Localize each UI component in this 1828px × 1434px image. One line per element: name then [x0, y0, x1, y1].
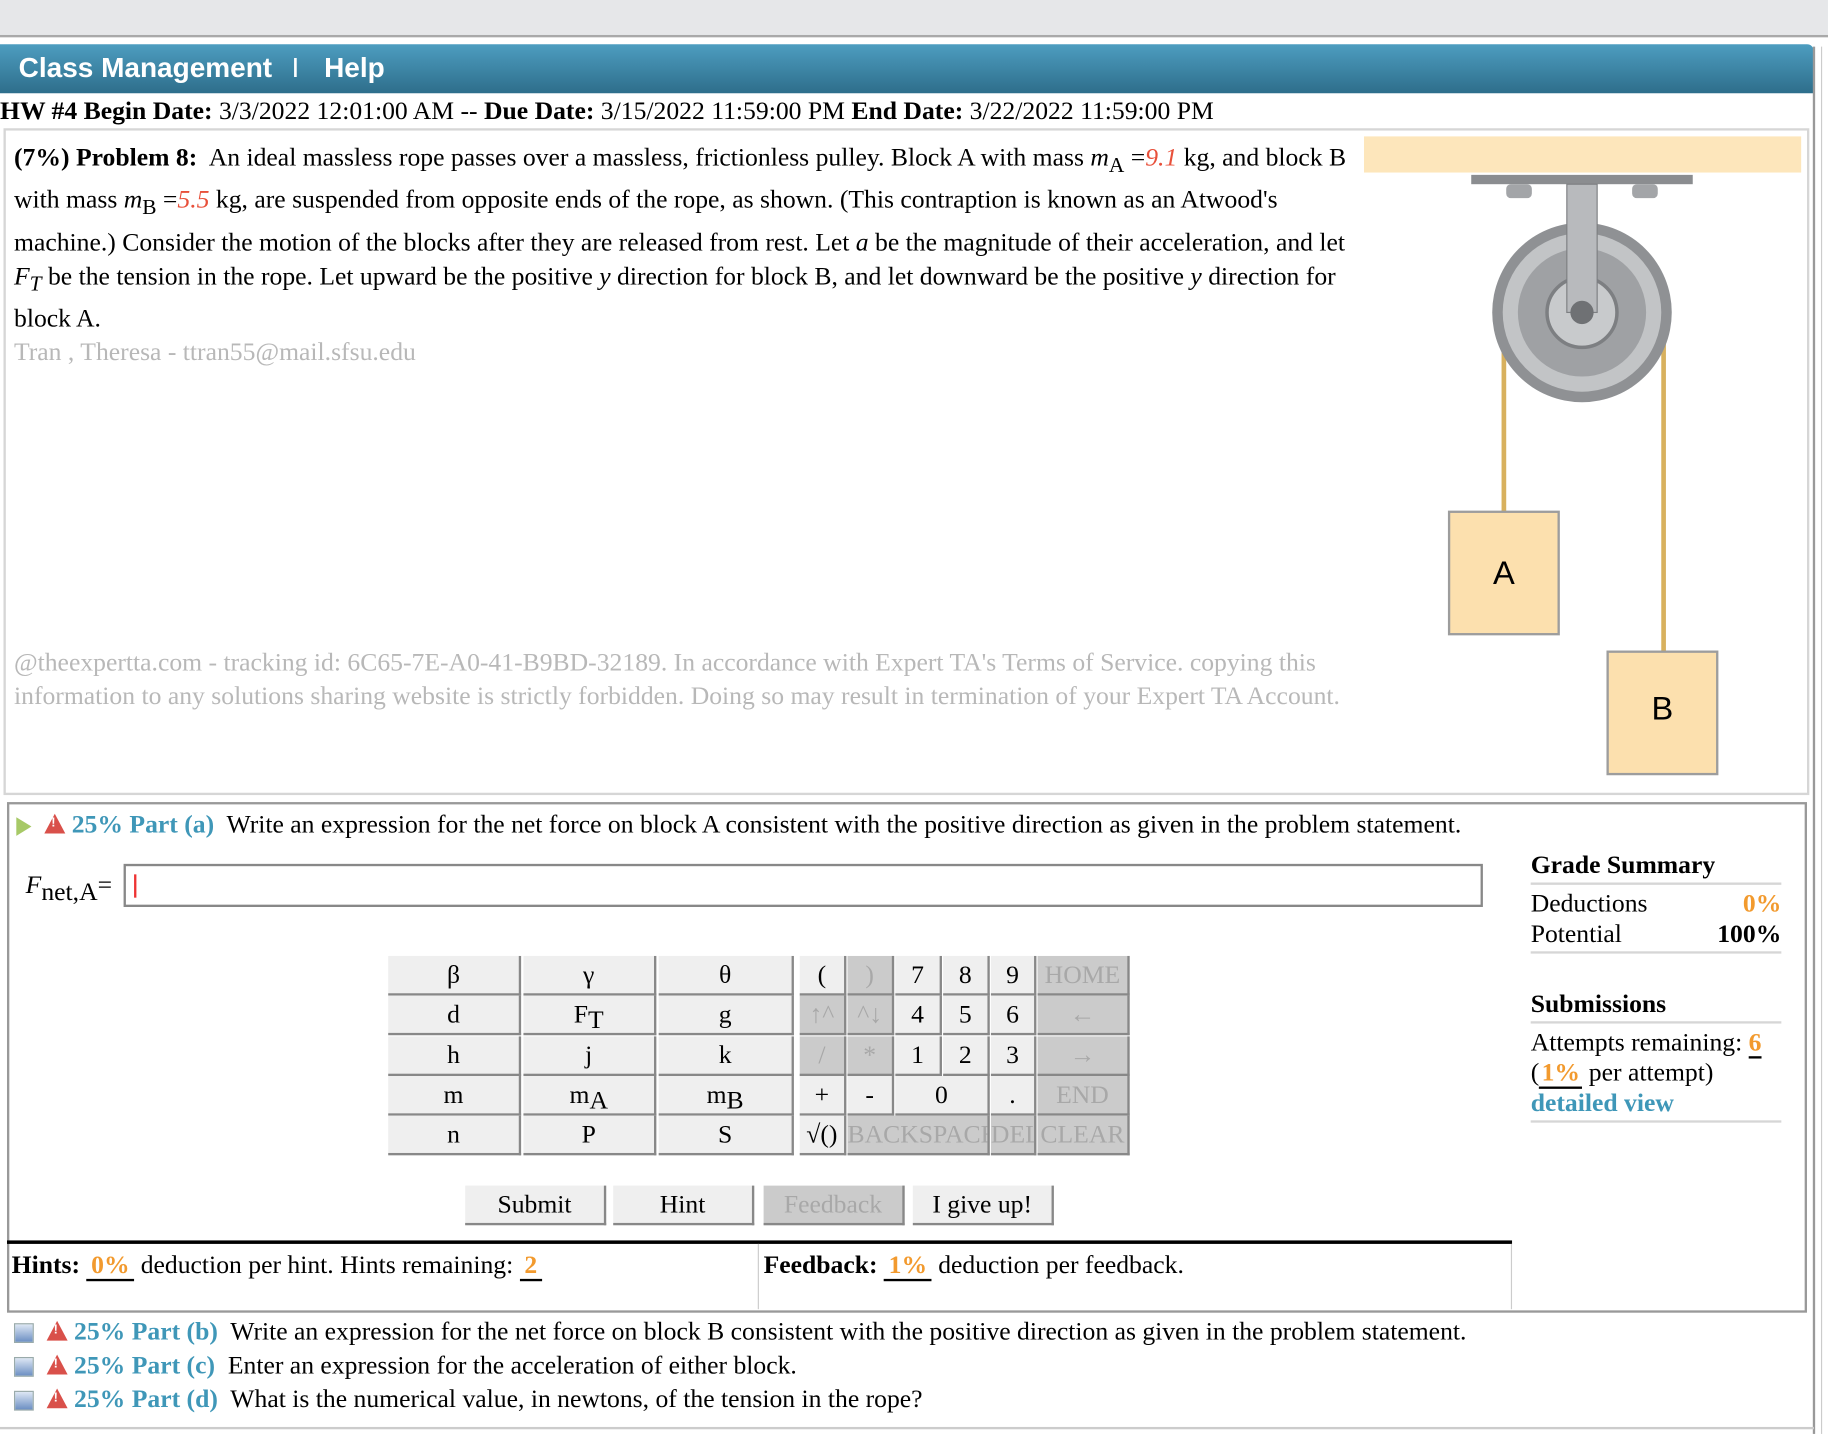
mass-a-value: 9.1	[1145, 142, 1178, 172]
key-right[interactable]: →	[1037, 1036, 1130, 1077]
warning-icon	[46, 1320, 68, 1341]
grade-summary: Grade Summary Deductions 0% Potential 100%…	[1530, 850, 1782, 1123]
key-divide[interactable]: /	[799, 1036, 847, 1077]
nav-class-management[interactable]: Class Management	[19, 52, 272, 85]
key-0[interactable]: 0	[895, 1076, 990, 1116]
warning-icon	[46, 1354, 68, 1375]
key-plus[interactable]: +	[799, 1076, 847, 1116]
expand-box-icon[interactable]	[13, 1323, 34, 1344]
student-info: Tran , Theresa - ttran55@mail.sfsu.edu	[13, 337, 416, 367]
nav-help[interactable]: Help	[324, 52, 385, 85]
part-label: Part (c)	[131, 1349, 216, 1380]
key-end[interactable]: END	[1037, 1076, 1130, 1116]
key-3-1[interactable]: mA	[523, 1076, 657, 1116]
key-down[interactable]: ^↓	[847, 995, 895, 1036]
expand-box-icon[interactable]	[13, 1357, 34, 1378]
hw-label: HW #4	[0, 95, 78, 125]
part-a-label: Part (a)	[129, 809, 215, 839]
key-5[interactable]: 5	[943, 995, 990, 1036]
mount-plate	[1471, 174, 1693, 185]
key-9[interactable]: 9	[990, 955, 1037, 996]
key-0-0[interactable]: β	[388, 955, 522, 996]
key-home[interactable]: HOME	[1037, 955, 1130, 996]
collapsed-part[interactable]: 25% Part (b) Write an expression for the…	[13, 1316, 1467, 1346]
begin-date: 3/3/2022 12:01:00 AM --	[218, 95, 478, 125]
nav-header: Class Management I Help	[0, 44, 1814, 94]
key-sqrt[interactable]: √()	[799, 1115, 847, 1156]
warning-icon	[46, 1388, 68, 1409]
part-text: Enter an expression for the acceleration…	[227, 1349, 797, 1380]
key-del[interactable]: DEL	[990, 1115, 1037, 1156]
key-3[interactable]: 3	[990, 1036, 1037, 1077]
begin-label: Begin Date:	[83, 95, 213, 125]
key-up[interactable]: ↑^	[799, 995, 847, 1036]
part-text: Write an expression for the net force on…	[230, 1316, 1467, 1346]
key-8[interactable]: 8	[943, 955, 990, 996]
key-1-0[interactable]: d	[388, 995, 522, 1036]
key-left[interactable]: ←	[1037, 995, 1130, 1036]
part-a-text: Write an expression for the net force on…	[226, 809, 1462, 839]
part-text: What is the numerical value, in newtons,…	[230, 1383, 923, 1413]
key-multiply[interactable]: *	[847, 1036, 895, 1077]
copyright-notice: @theexpertta.com - tracking id: 6C65-7E-…	[13, 647, 1340, 710]
collapsed-part[interactable]: 25% Part (c) Enter an expression for the…	[13, 1349, 797, 1380]
part-label: Part (b)	[131, 1316, 218, 1346]
key-1[interactable]: 1	[895, 1036, 942, 1077]
detailed-view-link[interactable]: detailed view	[1530, 1088, 1782, 1123]
give-up-button[interactable]: I give up!	[912, 1185, 1054, 1226]
answer-input[interactable]	[123, 863, 1483, 907]
hints-info: Hints: 0% deduction per hint. Hints rema…	[12, 1249, 542, 1282]
feedback-info: Feedback: 1% deduction per feedback.	[764, 1249, 1184, 1282]
key-4[interactable]: 4	[895, 995, 942, 1036]
key-1-2[interactable]: g	[658, 995, 794, 1036]
feedback-button[interactable]: Feedback	[763, 1185, 905, 1226]
warning-icon	[44, 813, 66, 834]
due-date: 3/15/2022 11:59:00 PM	[600, 95, 845, 125]
atwood-machine-figure: A B	[1363, 136, 1802, 776]
block-a-label: A	[1493, 554, 1515, 591]
mass-b-value: 5.5	[177, 184, 210, 214]
answer-label: Fnet,A=	[25, 869, 113, 906]
problem-title: Problem 8:	[75, 142, 198, 172]
key-2-1[interactable]: j	[523, 1036, 657, 1077]
key-7[interactable]: 7	[895, 955, 942, 996]
key-0-2[interactable]: θ	[658, 955, 794, 996]
key-0-1[interactable]: γ	[523, 955, 657, 996]
due-label: Due Date:	[483, 95, 595, 125]
key-2-2[interactable]: k	[658, 1036, 794, 1077]
key-lparen[interactable]: (	[799, 955, 847, 996]
key-3-2[interactable]: mB	[658, 1076, 794, 1116]
key-3-0[interactable]: m	[388, 1076, 522, 1116]
nav-separator: I	[291, 52, 300, 84]
key-4-2[interactable]: S	[658, 1115, 794, 1156]
key-2[interactable]: 2	[943, 1036, 990, 1077]
key-clear[interactable]: CLEAR	[1037, 1115, 1130, 1156]
expand-box-icon[interactable]	[13, 1391, 34, 1412]
key-dot[interactable]: .	[990, 1076, 1037, 1116]
expand-arrow-icon[interactable]	[16, 817, 32, 836]
part-a-header: 25% Part (a) Write an expression for the…	[16, 809, 1461, 839]
part-label: Part (d)	[131, 1383, 218, 1413]
key-4-1[interactable]: P	[523, 1115, 657, 1156]
hint-button[interactable]: Hint	[613, 1185, 755, 1226]
browser-top-bar	[0, 0, 1828, 38]
key-backspace[interactable]: BACKSPACE	[847, 1115, 990, 1156]
hints-divider	[6, 1240, 1513, 1244]
assignment-dates: HW #4 Begin Date: 3/3/2022 12:01:00 AM -…	[0, 96, 1214, 126]
key-4-0[interactable]: n	[388, 1115, 522, 1156]
ceiling	[1363, 136, 1802, 173]
end-label: End Date:	[851, 95, 964, 125]
collapsed-part[interactable]: 25% Part (d) What is the numerical value…	[13, 1383, 923, 1414]
key-2-0[interactable]: h	[388, 1036, 522, 1077]
submit-button[interactable]: Submit	[465, 1185, 607, 1226]
end-date: 3/22/2022 11:59:00 PM	[969, 95, 1214, 125]
problem-statement: (7%) Problem 8: An ideal massless rope p…	[14, 140, 1355, 369]
block-b-label: B	[1652, 689, 1674, 726]
key-rparen[interactable]: )	[847, 955, 895, 996]
problem-weight: (7%)	[13, 142, 70, 172]
key-1-1[interactable]: FT	[523, 995, 657, 1036]
key-6[interactable]: 6	[990, 995, 1037, 1036]
key-minus[interactable]: -	[847, 1076, 895, 1116]
